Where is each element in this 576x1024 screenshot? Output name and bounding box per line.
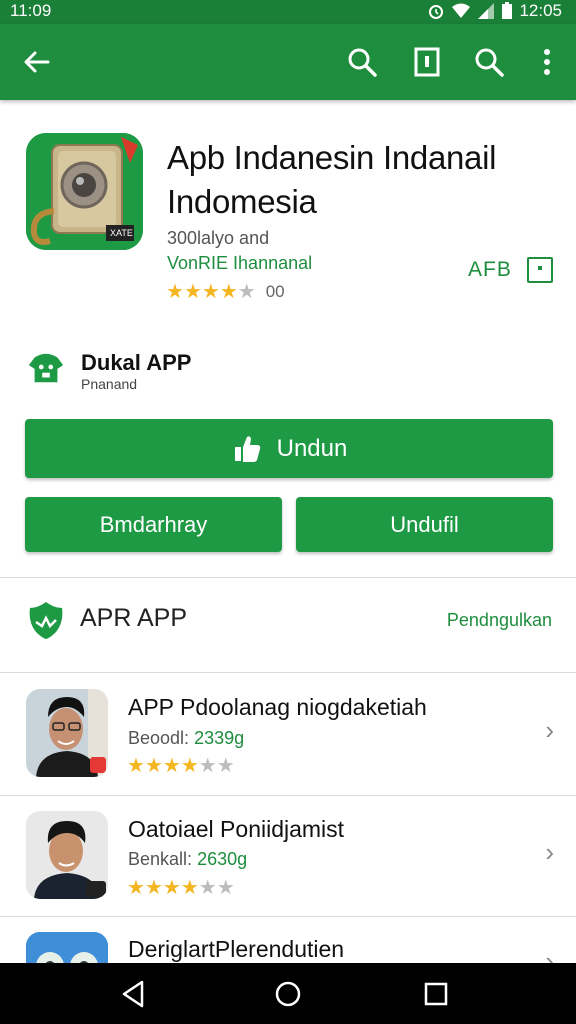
secondary-right-label: Undufil — [390, 511, 459, 537]
arrow-left-icon — [24, 51, 50, 73]
search-icon — [348, 48, 377, 77]
page-button[interactable] — [407, 42, 447, 82]
app-subtitle: 300lalyo and — [167, 228, 270, 248]
star-icon: ★ — [237, 281, 256, 303]
developer-sub: Pnanand — [81, 376, 138, 392]
list-item[interactable]: DeriglartPlerendutien › — [0, 918, 576, 963]
star-icon: ★ — [216, 877, 235, 899]
badge-box-icon[interactable] — [527, 257, 553, 283]
star-icon: ★ — [127, 755, 145, 777]
chevron-right-icon: › — [545, 946, 554, 963]
search-button[interactable] — [342, 42, 382, 82]
item-meta-value: 2339g — [194, 728, 245, 748]
shield-icon — [29, 602, 63, 639]
item-title: Oatoiael Poniidjamist — [128, 816, 345, 842]
app-developer[interactable]: VonRIE Ihannanal — [167, 253, 312, 274]
wifi-icon — [452, 3, 471, 18]
nav-home-button[interactable] — [272, 978, 304, 1010]
star-icon: ★ — [201, 281, 220, 303]
status-icons: 12:05 — [427, 1, 562, 21]
signal-icon — [478, 3, 495, 19]
item-meta: Beoodl: 2339g — [128, 728, 244, 749]
item-title: APP Pdoolanag niogdaketiah — [128, 694, 427, 720]
star-icon: ★ — [198, 755, 217, 777]
status-bar: 11:09 12:05 — [0, 0, 576, 24]
section-title: APR APP — [80, 604, 187, 632]
status-time: 11:09 — [10, 1, 52, 20]
navigation-bar — [0, 963, 576, 1024]
circle-home-icon — [275, 981, 301, 1007]
nav-back-button[interactable] — [117, 978, 149, 1010]
star-icon: ★ — [180, 877, 199, 899]
star-icon: ★ — [144, 877, 163, 899]
app-icon-label: XATE — [110, 228, 133, 238]
item-meta-label: Benkall: — [128, 849, 193, 869]
page-icon — [414, 47, 440, 77]
divider — [0, 672, 576, 673]
app-header: XATE Apb Indanesin Indanail Indomesia 30… — [0, 100, 576, 310]
search-button-2[interactable] — [469, 42, 509, 82]
battery-icon — [502, 2, 513, 19]
back-button[interactable] — [17, 42, 57, 82]
item-meta: Benkall: 2630g — [128, 849, 247, 870]
list-item[interactable]: Oatoiael Poniidjamist Benkall: 2630g ★ ★… — [0, 797, 576, 917]
divider — [0, 577, 576, 578]
secondary-left-label: Bmdarhray — [99, 511, 208, 537]
star-icon: ★ — [198, 877, 217, 899]
avatar — [26, 811, 108, 899]
avatar — [26, 932, 108, 963]
item-meta-value: 2630g — [197, 849, 248, 869]
hand-icon — [234, 435, 260, 462]
secondary-left-button[interactable]: Bmdarhray — [25, 497, 282, 552]
item-rating: ★ ★ ★ ★ ★ ★ — [127, 755, 235, 777]
install-button[interactable]: Undun — [25, 419, 553, 478]
app-badge: AFB — [468, 258, 512, 281]
developer-row[interactable]: Dukal APP Pnanand — [0, 340, 576, 400]
shirt-icon — [28, 353, 64, 383]
star-icon: ★ — [183, 281, 202, 303]
star-icon: ★ — [216, 755, 235, 777]
star-icon: ★ — [219, 281, 238, 303]
alarm-icon — [429, 5, 444, 19]
person-avatar-icon — [26, 811, 108, 899]
app-rating: ★ ★ ★ ★ ★ 00 — [166, 281, 285, 303]
more-vertical-icon — [544, 49, 550, 75]
star-icon: ★ — [166, 281, 184, 303]
item-meta-label: Beoodl: — [128, 728, 190, 748]
owl-avatar-icon — [26, 932, 108, 963]
section-header: APR APP Pendngulkan — [0, 580, 576, 670]
chevron-right-icon: › — [545, 715, 554, 745]
section-link[interactable]: Pendngulkan — [447, 610, 552, 631]
list-item[interactable]: APP Pdoolanag niogdaketiah Beoodl: 2339g… — [0, 675, 576, 795]
nav-recents-button[interactable] — [420, 978, 452, 1010]
search-icon — [475, 48, 504, 77]
app-bar — [0, 24, 576, 100]
item-rating: ★ ★ ★ ★ ★ ★ — [127, 877, 235, 899]
divider — [0, 795, 576, 796]
app-icon: XATE — [26, 133, 143, 250]
triangle-back-icon — [122, 980, 144, 1008]
square-recents-icon — [424, 982, 448, 1006]
divider — [0, 916, 576, 917]
star-icon: ★ — [144, 755, 163, 777]
status-clock: 12:05 — [519, 1, 562, 20]
developer-name: Dukal APP — [81, 350, 192, 375]
rating-count: 00 — [265, 282, 285, 301]
secondary-right-button[interactable]: Undufil — [296, 497, 553, 552]
chevron-right-icon: › — [545, 837, 554, 867]
more-button[interactable] — [527, 42, 567, 82]
star-icon: ★ — [127, 877, 145, 899]
star-icon: ★ — [180, 755, 199, 777]
app-title: Apb Indanesin Indanail Indomesia — [167, 139, 497, 220]
star-icon: ★ — [162, 877, 181, 899]
item-title: DeriglartPlerendutien — [128, 936, 345, 962]
avatar — [26, 689, 108, 777]
person-avatar-icon — [26, 689, 108, 777]
install-label: Undun — [276, 434, 348, 462]
star-icon: ★ — [162, 755, 181, 777]
